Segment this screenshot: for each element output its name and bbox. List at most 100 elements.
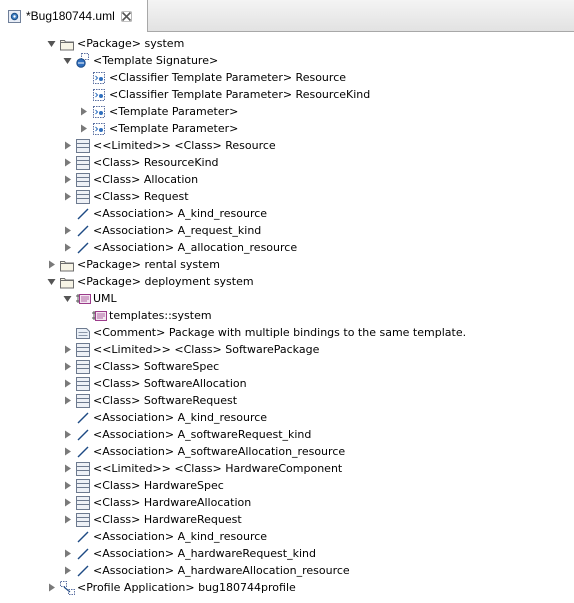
collapse-twisty-icon[interactable] (63, 141, 72, 150)
tree-row-label: <Association> A_softwareAllocation_resou… (93, 445, 346, 458)
collapse-twisty-icon[interactable] (63, 481, 72, 490)
tree-row[interactable]: <Association> A_allocation_resource (0, 239, 574, 256)
collapse-twisty-icon[interactable] (63, 158, 72, 167)
association-icon (75, 206, 91, 222)
tree-row[interactable]: <Class> SoftwareSpec (0, 358, 574, 375)
tree-row[interactable]: <Association> A_kind_resource (0, 409, 574, 426)
tree-row[interactable]: <Class> SoftwareRequest (0, 392, 574, 409)
editor-tab-bar: *Bug180744.uml (0, 0, 574, 32)
tree-row[interactable]: <Association> A_kind_resource (0, 528, 574, 545)
template-parameter-icon (91, 70, 107, 86)
expand-twisty-icon[interactable] (63, 294, 72, 303)
association-icon (75, 240, 91, 256)
close-icon[interactable] (120, 10, 132, 22)
collapse-twisty-icon[interactable] (63, 362, 72, 371)
class-icon (75, 359, 91, 375)
tree-row[interactable]: <Classifier Template Parameter> Resource… (0, 86, 574, 103)
tree-row[interactable]: <Template Parameter> (0, 103, 574, 120)
class-icon (75, 512, 91, 528)
tree-row[interactable]: <Class> Request (0, 188, 574, 205)
tree-row-label: <Class> Allocation (93, 173, 199, 186)
tree-row[interactable]: <Package> system (0, 35, 574, 52)
tree-row-label: <Class> SoftwareSpec (93, 360, 220, 373)
tree-row[interactable]: <Classifier Template Parameter> Resource (0, 69, 574, 86)
tree-row[interactable]: <Association> A_hardwareRequest_kind (0, 545, 574, 562)
tree-row-label: <Association> A_request_kind (93, 224, 262, 237)
tree-row[interactable]: <Class> HardwareRequest (0, 511, 574, 528)
collapse-twisty-icon[interactable] (63, 447, 72, 456)
tree-row[interactable]: <Class> HardwareAllocation (0, 494, 574, 511)
tree-row-label: <Package> deployment system (77, 275, 254, 288)
tree-row[interactable]: templates::system (0, 307, 574, 324)
tree-row-label: <Class> HardwareAllocation (93, 496, 252, 509)
collapse-twisty-icon[interactable] (79, 107, 88, 116)
tree-row-label: <<Limited>> <Class> HardwareComponent (93, 462, 343, 475)
collapse-twisty-icon[interactable] (63, 464, 72, 473)
tree-row[interactable]: <Package> rental system (0, 256, 574, 273)
expand-twisty-icon[interactable] (47, 39, 56, 48)
tree-row-label: <Class> HardwareRequest (93, 513, 242, 526)
collapse-twisty-icon[interactable] (63, 379, 72, 388)
uml-model-file-icon (8, 9, 21, 23)
collapse-twisty-icon[interactable] (63, 566, 72, 575)
tree-row[interactable]: <Association> A_request_kind (0, 222, 574, 239)
tree-row[interactable]: <<Limited>> <Class> SoftwarePackage (0, 341, 574, 358)
collapse-twisty-icon[interactable] (63, 175, 72, 184)
template-parameter-icon (91, 87, 107, 103)
tree-row[interactable]: <Package> deployment system (0, 273, 574, 290)
tree-row[interactable]: <Class> ResourceKind (0, 154, 574, 171)
class-icon (75, 393, 91, 409)
tree-row-label: <Classifier Template Parameter> Resource (109, 71, 347, 84)
tree-row-label: <Association> A_hardwareAllocation_resou… (93, 564, 350, 577)
tree-row[interactable]: <Class> HardwareSpec (0, 477, 574, 494)
tree-row[interactable]: <Association> A_kind_resource (0, 205, 574, 222)
tree-row[interactable]: <<Limited>> <Class> HardwareComponent (0, 460, 574, 477)
collapse-twisty-icon[interactable] (63, 243, 72, 252)
collapse-twisty-icon[interactable] (63, 396, 72, 405)
collapse-twisty-icon[interactable] (63, 226, 72, 235)
tree-row-label: <<Limited>> <Class> SoftwarePackage (93, 343, 320, 356)
collapse-twisty-icon[interactable] (47, 260, 56, 269)
package-icon (59, 274, 75, 290)
association-icon (75, 529, 91, 545)
class-icon (75, 342, 91, 358)
collapse-twisty-icon[interactable] (63, 430, 72, 439)
collapse-twisty-icon[interactable] (47, 583, 56, 592)
tree-row[interactable]: <Comment> Package with multiple bindings… (0, 324, 574, 341)
tree-row[interactable]: <Association> A_softwareAllocation_resou… (0, 443, 574, 460)
tree-row-label: <Class> HardwareSpec (93, 479, 224, 492)
association-icon (75, 563, 91, 579)
tree-row[interactable]: <Profile Application> bug180744profile (0, 579, 574, 596)
tree-row-label: <Class> ResourceKind (93, 156, 219, 169)
tree-row[interactable]: UML (0, 290, 574, 307)
tree-row-label: <Association> A_kind_resource (93, 411, 268, 424)
tree-row[interactable]: <Association> A_softwareRequest_kind (0, 426, 574, 443)
tree-row-label: <Package> rental system (77, 258, 220, 271)
editor-tab[interactable]: *Bug180744.uml (0, 0, 148, 32)
collapse-twisty-icon[interactable] (63, 345, 72, 354)
tree-row-label: <Comment> Package with multiple bindings… (93, 326, 467, 339)
tree-row[interactable]: <Association> A_hardwareAllocation_resou… (0, 562, 574, 579)
class-icon (75, 478, 91, 494)
collapse-twisty-icon[interactable] (63, 515, 72, 524)
expand-twisty-icon[interactable] (47, 277, 56, 286)
tree-row-label: templates::system (109, 309, 212, 322)
tree-row-label: UML (93, 292, 117, 305)
tree-row[interactable]: <Template Signature> (0, 52, 574, 69)
collapse-twisty-icon[interactable] (63, 192, 72, 201)
tree-row-label: <Association> A_kind_resource (93, 207, 268, 220)
association-icon (75, 410, 91, 426)
collapse-twisty-icon[interactable] (79, 124, 88, 133)
editor-tab-title: *Bug180744.uml (26, 9, 115, 23)
tree-row[interactable]: <Template Parameter> (0, 120, 574, 137)
tree-row-label: <Template Signature> (93, 54, 219, 67)
tree-row-label: <Class> SoftwareAllocation (93, 377, 247, 390)
tree-row[interactable]: <<Limited>> <Class> Resource (0, 137, 574, 154)
tree-twisty-spacer (79, 73, 88, 82)
expand-twisty-icon[interactable] (63, 56, 72, 65)
association-icon (75, 427, 91, 443)
tree-row[interactable]: <Class> SoftwareAllocation (0, 375, 574, 392)
tree-row[interactable]: <Class> Allocation (0, 171, 574, 188)
collapse-twisty-icon[interactable] (63, 498, 72, 507)
collapse-twisty-icon[interactable] (63, 549, 72, 558)
